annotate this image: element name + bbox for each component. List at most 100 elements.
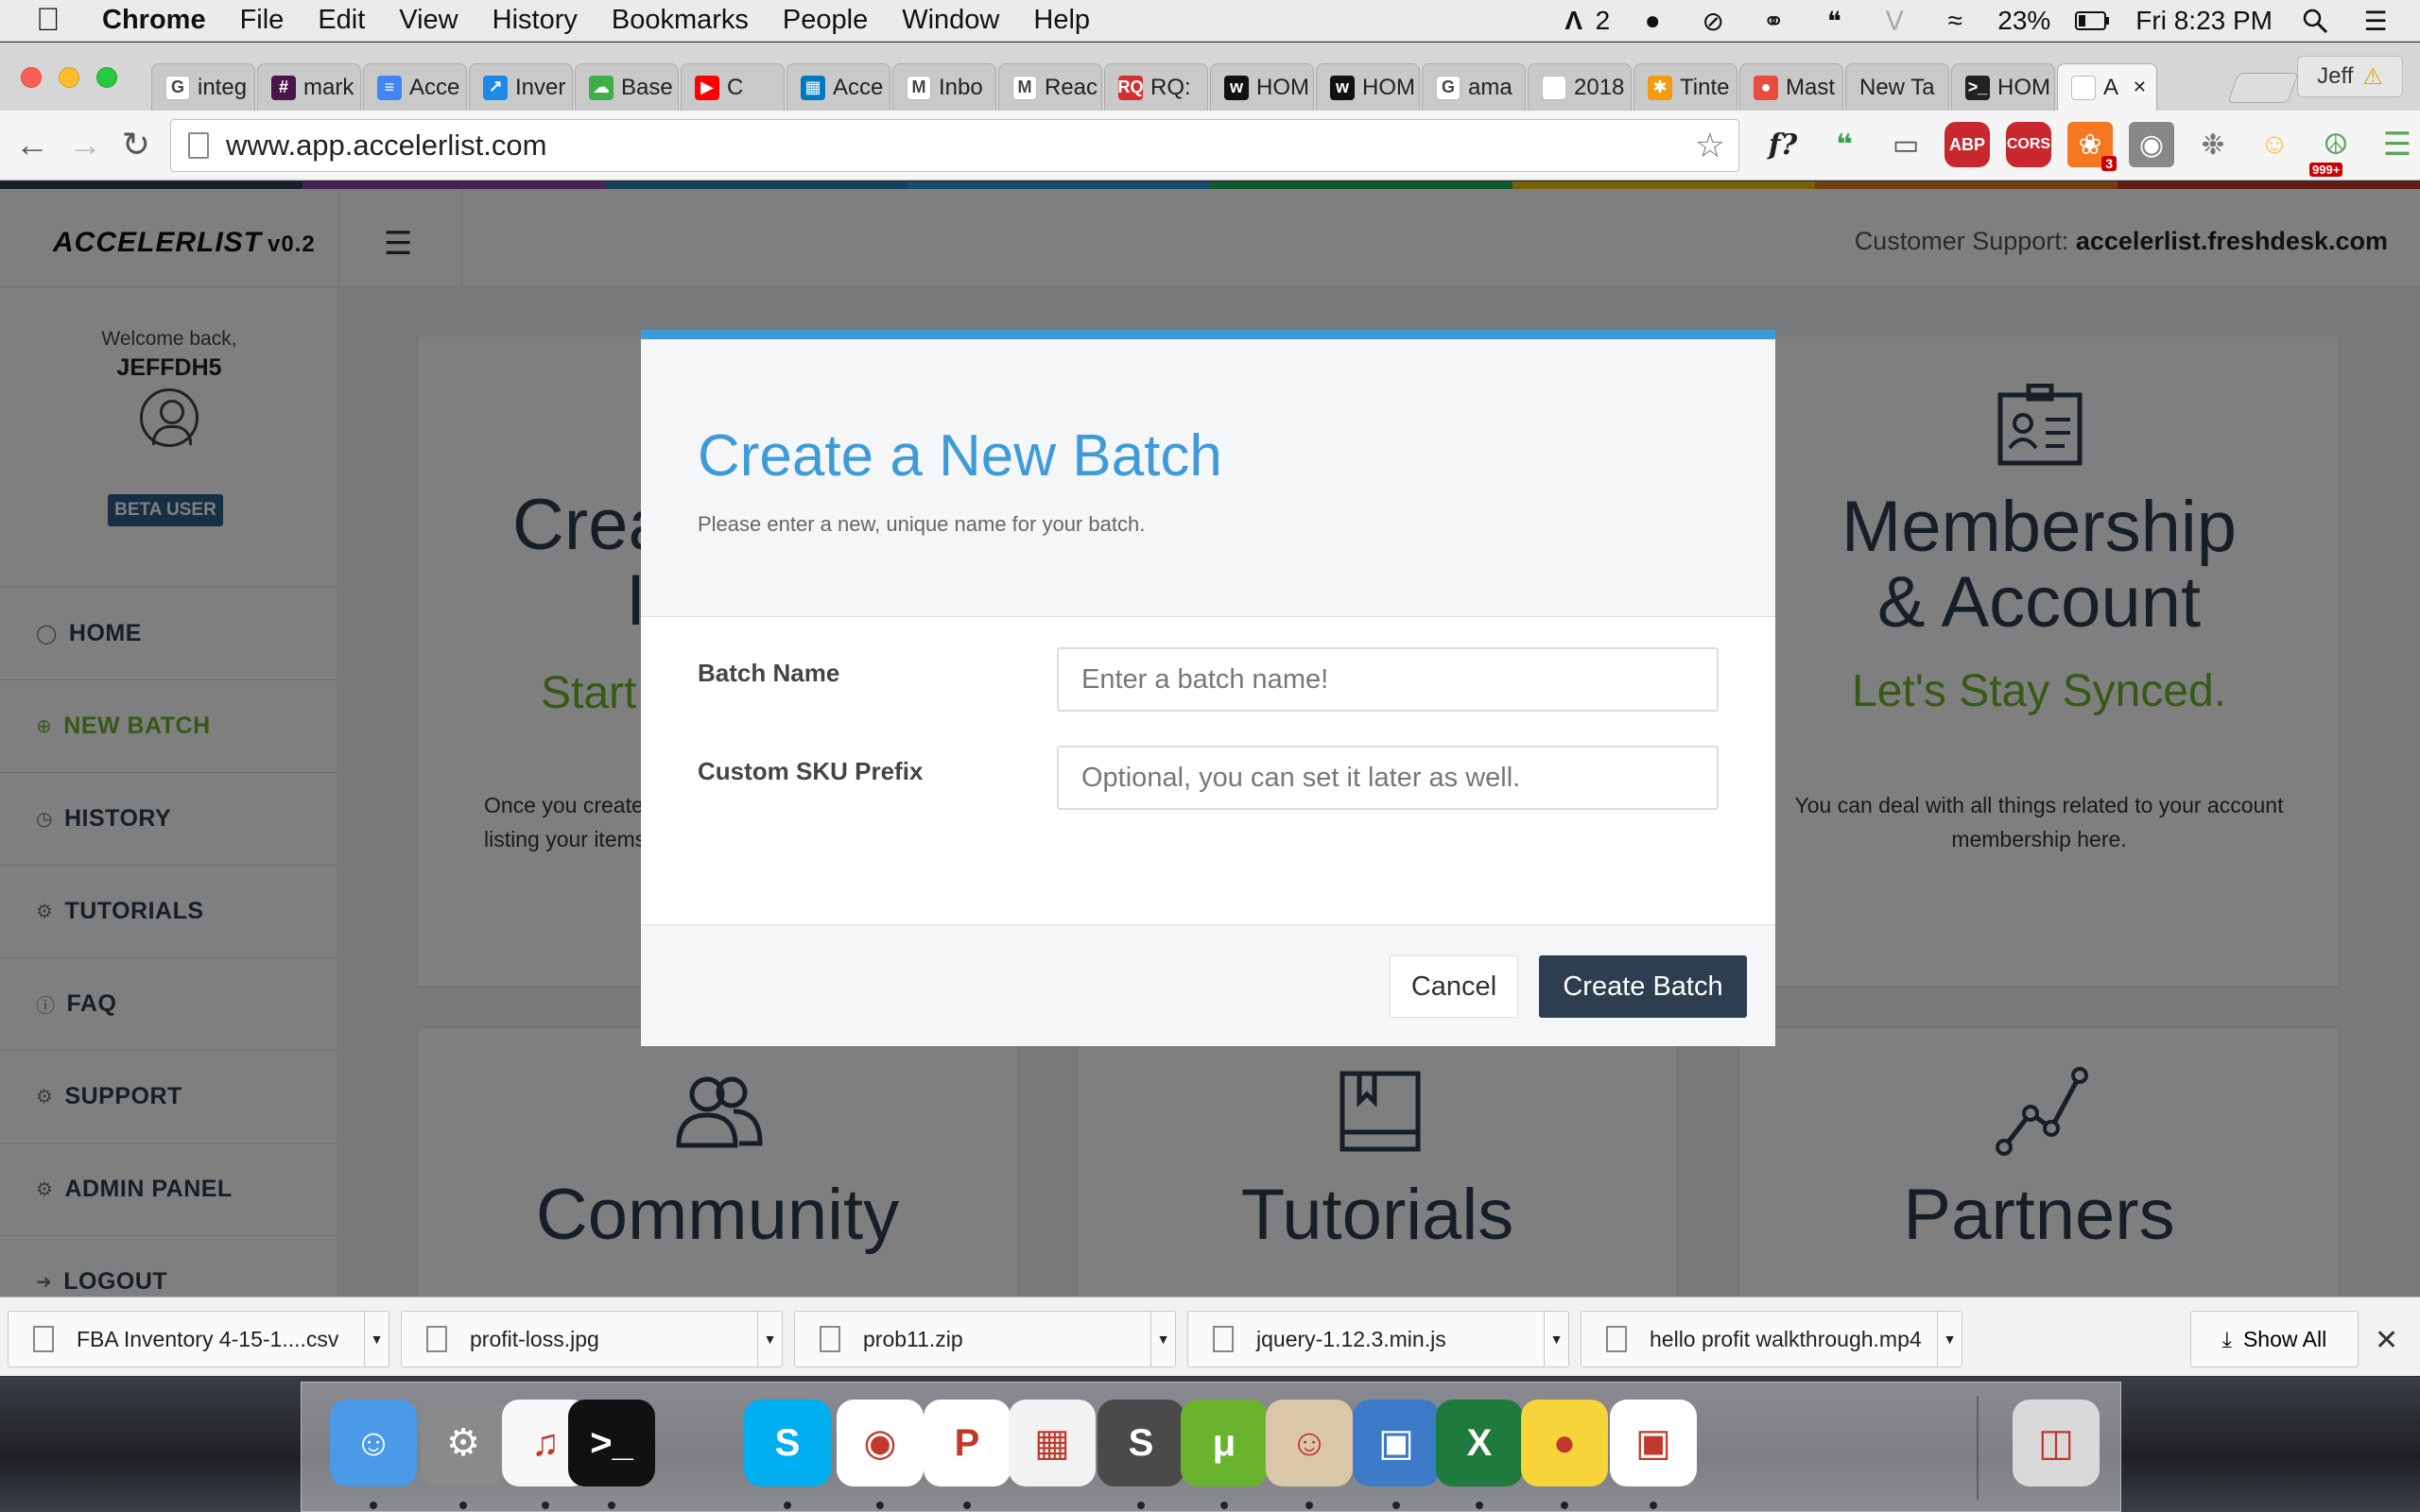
finder-dock-icon[interactable]: ☺ bbox=[330, 1400, 417, 1486]
menu-app-name[interactable]: Chrome bbox=[102, 5, 206, 36]
clock[interactable]: Fri 8:23 PM bbox=[2135, 6, 2273, 36]
close-tab-icon[interactable]: ✕ bbox=[2133, 77, 2147, 97]
tab[interactable]: ☁ Base bbox=[575, 63, 679, 111]
peace-extension-icon[interactable]: ☮ 999+ bbox=[2309, 122, 2359, 177]
emoji-extension-icon[interactable]: ☺ bbox=[2252, 122, 2297, 167]
tab[interactable]: >_ HOM bbox=[1951, 63, 2055, 111]
utorrent-dock-icon[interactable]: μ bbox=[1181, 1400, 1268, 1486]
address-bar[interactable]: www.app.accelerlist.com ☆ bbox=[170, 119, 1739, 172]
tab[interactable]: ↗ Inver bbox=[469, 63, 573, 111]
cancel-button[interactable]: Cancel bbox=[1390, 955, 1518, 1018]
menu-bookmarks[interactable]: Bookmarks bbox=[612, 5, 749, 36]
tab[interactable]: ● Mast bbox=[1739, 63, 1843, 111]
tab[interactable]: M Reac bbox=[998, 63, 1102, 111]
google-icon: G bbox=[165, 75, 190, 100]
download-menu-caret-icon[interactable]: ▼ bbox=[364, 1312, 389, 1366]
tab[interactable]: ▶ C bbox=[681, 63, 785, 111]
profile-name: Jeff bbox=[2317, 63, 2354, 89]
hubspot-extension-icon[interactable]: ❀ 3 bbox=[2067, 122, 2117, 171]
close-downloads-bar-icon[interactable]: ✕ bbox=[2375, 1324, 2398, 1357]
cyberduck-dock-icon[interactable]: ● bbox=[1521, 1400, 1608, 1486]
tab[interactable]: w HOM bbox=[1210, 63, 1314, 111]
menu-people[interactable]: People bbox=[783, 5, 868, 36]
ghostery-extension-icon[interactable]: ◉ bbox=[2129, 122, 2174, 167]
tab[interactable]: Ginteg bbox=[151, 63, 255, 111]
chat-bubble-icon[interactable]: ❝ bbox=[1816, 5, 1852, 37]
tab[interactable]: Gama bbox=[1422, 63, 1526, 111]
bookmark-star-icon[interactable]: ☆ bbox=[1695, 126, 1725, 165]
font-identifier-extension-icon[interactable]: f? bbox=[1760, 122, 1806, 167]
spotlight-search-icon[interactable] bbox=[2297, 5, 2333, 37]
contacts-dock-icon[interactable]: ☺ bbox=[1266, 1400, 1353, 1486]
sku-prefix-input[interactable] bbox=[1057, 746, 1719, 810]
cast-extension-icon[interactable]: ▭ bbox=[1883, 122, 1928, 167]
tab[interactable]: ✱ Tinte bbox=[1634, 63, 1737, 111]
battery-percent: 23% bbox=[1997, 6, 2051, 35]
download-menu-caret-icon[interactable]: ▼ bbox=[1937, 1312, 1962, 1366]
tab-label: Inver bbox=[515, 74, 566, 100]
tab[interactable]: A ✕ bbox=[2057, 63, 2157, 111]
tab-label: Inbo bbox=[939, 74, 983, 100]
adobe-status[interactable]: Λ 2 bbox=[1556, 5, 1610, 37]
profile-button[interactable]: Jeff ⚠ bbox=[2297, 56, 2403, 97]
terminal-dock-icon[interactable]: >_ bbox=[568, 1400, 655, 1486]
cors-extension-icon[interactable]: CORS bbox=[2006, 122, 2051, 167]
new-tab-button[interactable] bbox=[2227, 73, 2299, 103]
creative-cloud-icon[interactable]: ⚭ bbox=[1755, 5, 1791, 37]
chrome-dock-icon[interactable]: ◉ bbox=[837, 1400, 924, 1486]
menu-history[interactable]: History bbox=[493, 5, 578, 36]
chrome-menu-icon[interactable]: ☰ bbox=[2375, 122, 2420, 167]
menu-help[interactable]: Help bbox=[1033, 5, 1090, 36]
download-menu-caret-icon[interactable]: ▼ bbox=[1544, 1312, 1568, 1366]
sublime-text-dock-icon[interactable]: S bbox=[1098, 1400, 1184, 1486]
wifi-icon[interactable]: ≈ bbox=[1937, 5, 1973, 37]
batch-name-input[interactable] bbox=[1057, 647, 1719, 712]
reload-button[interactable]: ↻ bbox=[117, 125, 155, 163]
tab[interactable]: New Ta bbox=[1845, 63, 1949, 111]
skype-dock-icon[interactable]: S bbox=[744, 1400, 831, 1486]
download-item[interactable]: hello profit walkthrough.mp4 ▼ bbox=[1581, 1311, 1962, 1367]
download-item[interactable]: jquery-1.12.3.min.js ▼ bbox=[1187, 1311, 1569, 1367]
bluetooth-icon[interactable]: ᐯ bbox=[1876, 5, 1912, 37]
menu-view[interactable]: View bbox=[399, 5, 458, 36]
tab-label: ama bbox=[1468, 74, 1512, 100]
apple-menu-icon[interactable]:  bbox=[36, 2, 74, 39]
menu-edit[interactable]: Edit bbox=[318, 5, 365, 36]
peace-badge: 999+ bbox=[2309, 163, 2343, 177]
download-menu-caret-icon[interactable]: ▼ bbox=[1150, 1312, 1175, 1366]
globe-extension-icon[interactable]: ❉ bbox=[2190, 122, 2236, 167]
tab[interactable]: ▦ Acce bbox=[786, 63, 890, 111]
tab[interactable]: 2018 bbox=[1528, 63, 1632, 111]
create-batch-button[interactable]: Create Batch bbox=[1539, 955, 1747, 1018]
menu-file[interactable]: File bbox=[240, 5, 285, 36]
screen-recorder-dock-icon[interactable]: ▣ bbox=[1610, 1400, 1697, 1486]
download-item[interactable]: FBA Inventory 4-15-1....csv ▼ bbox=[8, 1311, 389, 1367]
launchpad-dock-icon[interactable]: ▦ bbox=[1009, 1400, 1096, 1486]
minimize-window-button[interactable] bbox=[59, 67, 79, 88]
tab[interactable]: ≡ Acce bbox=[363, 63, 467, 111]
close-window-button[interactable] bbox=[21, 67, 42, 88]
show-all-downloads-button[interactable]: ⤓ Show All bbox=[2190, 1311, 2359, 1367]
tab[interactable]: # mark bbox=[257, 63, 361, 111]
trash-dock-icon[interactable]: ◫ bbox=[2013, 1400, 2100, 1486]
forward-button[interactable]: → bbox=[66, 125, 104, 163]
excel-dock-icon[interactable]: X bbox=[1436, 1400, 1523, 1486]
menu-window[interactable]: Window bbox=[902, 5, 999, 36]
download-item[interactable]: profit-loss.jpg ▼ bbox=[401, 1311, 783, 1367]
sprout-dock-icon[interactable]: P bbox=[924, 1400, 1011, 1486]
download-menu-caret-icon[interactable]: ▼ bbox=[757, 1312, 782, 1366]
tab[interactable]: RQ RQ: bbox=[1104, 63, 1208, 111]
do-not-disturb-icon[interactable]: ⊘ bbox=[1695, 5, 1731, 37]
tab[interactable]: M Inbo bbox=[892, 63, 996, 111]
notification-center-icon[interactable]: ☰ bbox=[2358, 5, 2394, 37]
iphoto-dock-icon[interactable]: ▣ bbox=[1353, 1400, 1440, 1486]
adblock-plus-extension-icon[interactable]: ABP bbox=[1945, 122, 1990, 167]
maximize-window-button[interactable] bbox=[96, 67, 117, 88]
download-item[interactable]: prob11.zip ▼ bbox=[794, 1311, 1176, 1367]
back-button[interactable]: ← bbox=[13, 125, 51, 163]
system-preferences-dock-icon[interactable]: ⚙ bbox=[420, 1400, 507, 1486]
tab[interactable]: w HOM bbox=[1316, 63, 1420, 111]
battery-icon[interactable] bbox=[2075, 5, 2111, 37]
evernote-extension-icon[interactable]: ❝ bbox=[1822, 122, 1867, 167]
bowler-hat-icon[interactable]: ● bbox=[1634, 5, 1670, 37]
